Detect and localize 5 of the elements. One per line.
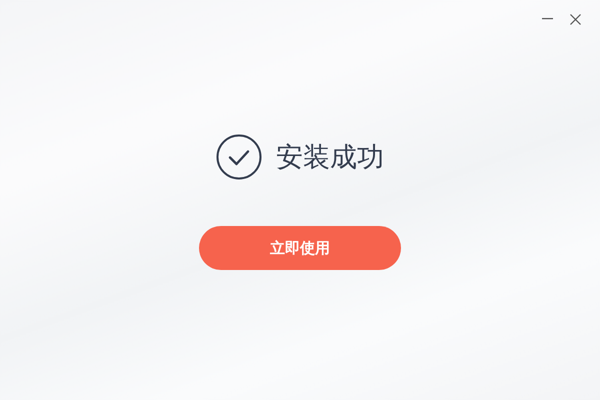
use-now-button[interactable]: 立即使用	[199, 226, 401, 270]
close-icon	[570, 14, 580, 24]
success-title: 安装成功	[276, 141, 384, 175]
check-circle-icon	[216, 134, 262, 180]
minimize-icon	[542, 18, 552, 20]
